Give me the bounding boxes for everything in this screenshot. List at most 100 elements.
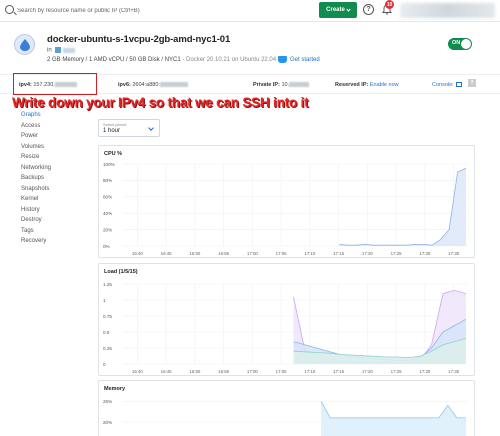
y-tick-label: 0.25	[103, 346, 112, 351]
sidebar-item-networking[interactable]: Networking	[21, 163, 91, 174]
x-tick-label: 17:15	[333, 369, 345, 374]
y-tick-label: 0%	[103, 244, 110, 249]
cpu-chart-plot: 0% 20% 40% 60% 80% 100% 16:40 16:45 16:50 16:55 17…	[103, 162, 468, 256]
droplet-icon	[14, 34, 35, 55]
x-tick-label: 17:30	[419, 369, 431, 374]
project-prefix: in	[47, 47, 52, 54]
x-tick-label: 16:40	[132, 369, 144, 374]
x-tick-label: 16:45	[161, 369, 173, 374]
top-bar: Create ? 10	[0, 0, 500, 22]
toggle-knob	[461, 39, 471, 49]
x-tick-label: 17:35	[448, 369, 460, 374]
sidebar-item-backups[interactable]: Backups	[21, 173, 91, 184]
search-input[interactable]	[17, 3, 217, 18]
x-tick-label: 16:55	[218, 369, 230, 374]
x-tick-label: 17:20	[362, 369, 374, 374]
x-tick-label: 17:00	[247, 251, 259, 256]
enable-reserved-ip-link[interactable]: Enable now	[370, 82, 399, 88]
y-tick-label: 40%	[103, 211, 112, 216]
get-started-link[interactable]: Get started	[278, 56, 320, 63]
sidebar-item-power[interactable]: Power	[21, 131, 91, 142]
private-ip-value: 10.	[281, 82, 290, 88]
memory-chart-plot: 15%20%25%	[103, 399, 468, 436]
reserved-ip-field: Reserved IP: Enable now	[335, 82, 399, 88]
y-tick-label: 80%	[103, 178, 112, 183]
ipv4-highlight-box	[13, 73, 97, 95]
y-tick-label: 100%	[103, 162, 115, 167]
y-tick-label: 0	[103, 362, 106, 367]
period-select[interactable]: Select period 1 hour	[98, 119, 160, 137]
ip-help-button[interactable]: ?	[468, 79, 476, 87]
series-area	[321, 401, 466, 436]
period-select-label: Select period	[103, 122, 127, 127]
sidebar-item-graphs[interactable]: Graphs	[21, 110, 91, 121]
x-tick-label: 16:45	[161, 251, 173, 256]
x-tick-label: 17:00	[247, 369, 259, 374]
docker-icon	[278, 56, 287, 63]
droplet-name: docker-ubuntu-s-1vcpu-2gb-amd-nyc1-01	[47, 34, 231, 45]
power-toggle[interactable]: ON	[448, 38, 472, 50]
private-ip-redacted	[289, 82, 310, 88]
droplet-sidebar: Graphs Access Power Volumes Resize Networking…	[21, 110, 91, 247]
console-label: Console:	[432, 82, 454, 88]
x-tick-label: 17:15	[333, 251, 345, 256]
sidebar-item-access[interactable]: Access	[21, 121, 91, 132]
sidebar-item-history[interactable]: History	[21, 205, 91, 216]
chevron-down-icon	[148, 125, 154, 131]
power-toggle-label: ON	[452, 40, 461, 46]
x-tick-label: 17:20	[362, 251, 374, 256]
x-tick-label: 16:50	[189, 251, 201, 256]
ipv4-annotation: Write down your IPv4 so that we can SSH …	[12, 95, 309, 110]
memory-chart: Memory 15%20%25%	[98, 380, 475, 436]
x-tick-label: 17:25	[391, 369, 403, 374]
x-tick-label: 17:35	[448, 251, 460, 256]
y-tick-label: 25%	[103, 399, 112, 404]
console-field[interactable]: Console:	[432, 82, 463, 88]
sidebar-item-tags[interactable]: Tags	[21, 226, 91, 237]
x-tick-label: 17:30	[419, 251, 431, 256]
external-link-icon	[456, 82, 463, 88]
project-link[interactable]	[63, 47, 76, 53]
reserved-ip-label: Reserved IP:	[335, 82, 369, 88]
load-chart: Load (1/5/15) 0 0.25 0.5 0.75 1 1.25 16:40 16:4…	[98, 263, 475, 376]
image-text: - Docker 20.10.21 on Ubuntu 22.04	[182, 57, 277, 63]
droplet-page: Create ? 10 docker-ubuntu-s-1vcpu-2gb-am…	[0, 0, 500, 436]
sidebar-item-snapshots[interactable]: Snapshots	[21, 184, 91, 195]
sidebar-item-kernel[interactable]: Kernel	[21, 194, 91, 205]
y-tick-label: 1	[103, 298, 106, 303]
chevron-down-icon	[346, 6, 351, 12]
y-tick-label: 20%	[103, 420, 112, 425]
x-tick-label: 17:05	[276, 251, 288, 256]
droplet-specs: 2 GB Memory / 1 AMD vCPU / 50 GB Disk / …	[47, 57, 276, 63]
x-tick-label: 16:55	[218, 251, 230, 256]
help-icon[interactable]: ?	[363, 4, 374, 15]
sidebar-item-destroy[interactable]: Destroy	[21, 215, 91, 226]
x-tick-label: 17:10	[304, 369, 316, 374]
create-button[interactable]: Create	[319, 2, 357, 18]
account-menu[interactable]	[400, 3, 495, 18]
sidebar-item-recovery[interactable]: Recovery	[21, 236, 91, 247]
y-tick-label: 60%	[103, 195, 112, 200]
y-tick-label: 1.25	[103, 282, 112, 287]
ipv6-label: ipv6:	[118, 82, 131, 88]
x-tick-label: 16:40	[132, 251, 144, 256]
cpu-chart: CPU % 0% 20% 40% 60% 80% 100% 16:40 16:45 16:50 1…	[98, 145, 475, 258]
x-tick-label: 17:05	[276, 369, 288, 374]
ipv6-redacted	[159, 82, 188, 88]
y-tick-label: 0.5	[103, 330, 110, 335]
sidebar-item-volumes[interactable]: Volumes	[21, 142, 91, 153]
x-tick-label: 17:25	[391, 251, 403, 256]
private-ip-field[interactable]: Private IP: 10.	[253, 82, 310, 88]
ipv6-value: 2604:a880:	[132, 82, 160, 88]
notification-badge: 10	[385, 0, 394, 9]
x-tick-label: 17:10	[304, 251, 316, 256]
project-color-icon	[55, 47, 62, 53]
get-started-label: Get started	[290, 56, 320, 63]
ipv6-field[interactable]: ipv6: 2604:a880:	[118, 82, 188, 88]
x-tick-label: 16:50	[189, 369, 201, 374]
y-tick-label: 0.75	[103, 314, 112, 319]
project-line: in	[47, 47, 76, 54]
series-area	[339, 168, 466, 246]
sidebar-item-resize[interactable]: Resize	[21, 152, 91, 163]
period-select-value: 1 hour	[103, 128, 121, 134]
